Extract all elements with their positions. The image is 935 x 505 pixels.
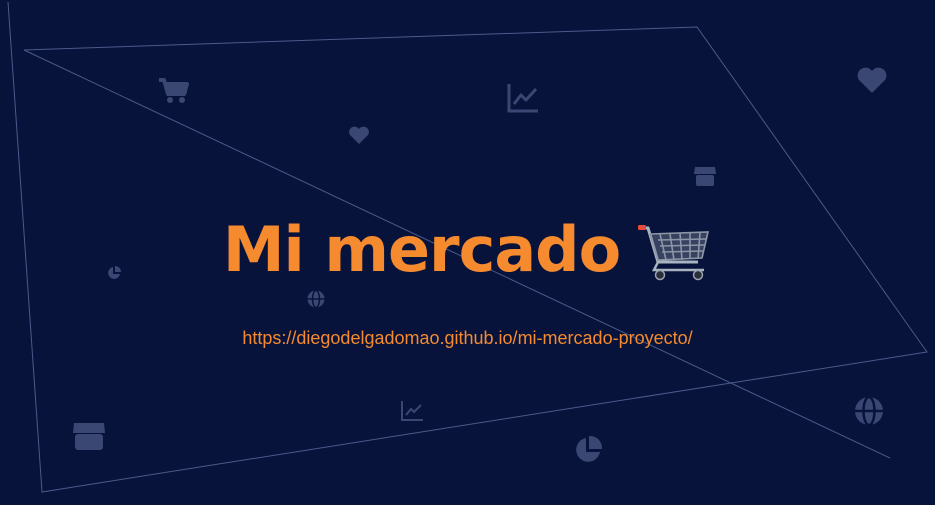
- title-row: Mi mercado: [0, 210, 935, 290]
- heart-icon: [348, 125, 370, 145]
- heart-icon: [856, 65, 888, 95]
- globe-icon: [306, 289, 326, 309]
- pie-chart-icon: [572, 434, 604, 466]
- cart-icon: [158, 77, 190, 105]
- chart-line-icon: [400, 400, 424, 422]
- chart-line-icon: [506, 82, 540, 114]
- shopping-cart-icon: [638, 225, 710, 281]
- project-url-link[interactable]: https://diegodelgadomao.github.io/mi-mer…: [0, 326, 935, 350]
- store-icon: [693, 165, 717, 187]
- globe-icon: [853, 395, 885, 427]
- hero-banner: Mi mercado https://diegodelgadomao.githu…: [0, 0, 935, 505]
- store-icon: [72, 420, 106, 452]
- page-title: Mi mercado: [222, 213, 621, 286]
